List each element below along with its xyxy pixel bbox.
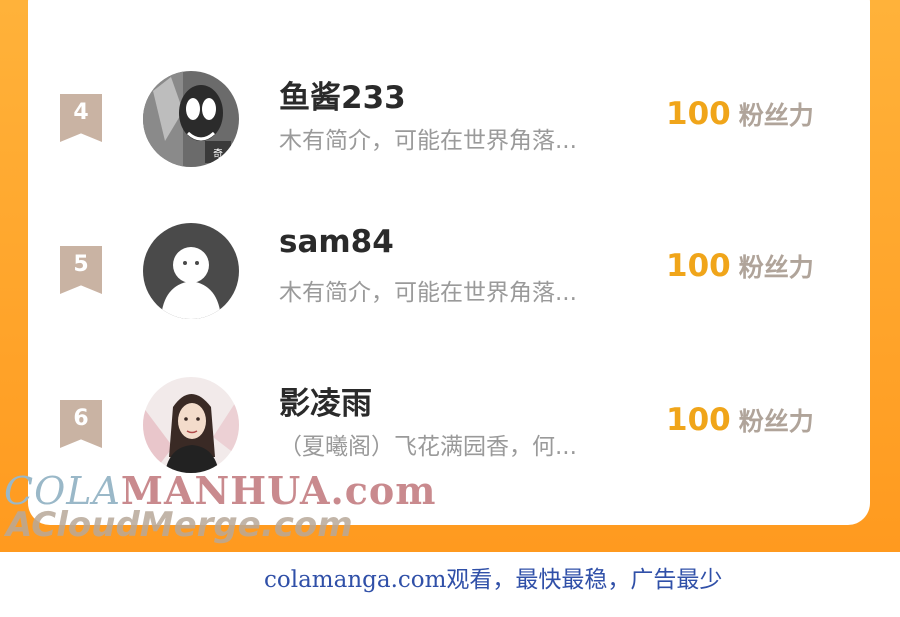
fan-power-unit: 粉丝力: [738, 101, 814, 130]
fan-power-value: 100: [666, 96, 731, 132]
avatar[interactable]: 奇: [143, 71, 239, 167]
rank-number: 6: [73, 406, 89, 431]
fan-power-value: 100: [666, 402, 731, 438]
avatar[interactable]: [143, 377, 239, 473]
fan-power: 100 粉丝力: [666, 248, 814, 284]
user-bio: 木有简介，可能在世界角落...: [279, 128, 577, 154]
fan-power-unit: 粉丝力: [738, 253, 814, 282]
user-nickname[interactable]: 鱼酱233: [279, 72, 406, 117]
watermark-acloudmerge: ACloudMerge.com: [6, 505, 353, 545]
ranking-row[interactable]: 4 奇 鱼酱233 木有简介，可能在世界角落... 100 粉丝力: [0, 66, 900, 176]
fan-power-unit: 粉丝力: [738, 407, 814, 436]
ranking-row[interactable]: 5 sam84 木有简介，可能在世界角落... 100 粉丝力: [0, 218, 900, 328]
ranking-row[interactable]: 6 影凌雨 （夏曦阁）飞花满园香，何... 100 粉丝力: [0, 372, 900, 482]
fan-power: 100 粉丝力: [666, 96, 814, 132]
user-bio: 木有简介，可能在世界角落...: [279, 280, 577, 306]
footer-notice: colamanga.com观看，最快最稳，广告最少: [264, 567, 723, 593]
ranking-panel: 4 奇 鱼酱233 木有简介，可能在世界角落... 100 粉丝力 5 sam8…: [28, 0, 870, 525]
rank-badge: 6: [60, 400, 102, 448]
svg-text:奇: 奇: [213, 147, 223, 160]
fan-power: 100 粉丝力: [666, 402, 814, 438]
rank-badge: 4: [60, 94, 102, 142]
rank-number: 5: [73, 252, 89, 277]
rank-number: 4: [73, 100, 89, 125]
rank-badge: 5: [60, 246, 102, 294]
user-nickname[interactable]: sam84: [279, 224, 394, 260]
user-bio: （夏曦阁）飞花满园香，何...: [279, 434, 577, 460]
fan-power-value: 100: [666, 248, 731, 284]
default-avatar[interactable]: [143, 223, 239, 319]
user-nickname[interactable]: 影凌雨: [279, 378, 372, 423]
